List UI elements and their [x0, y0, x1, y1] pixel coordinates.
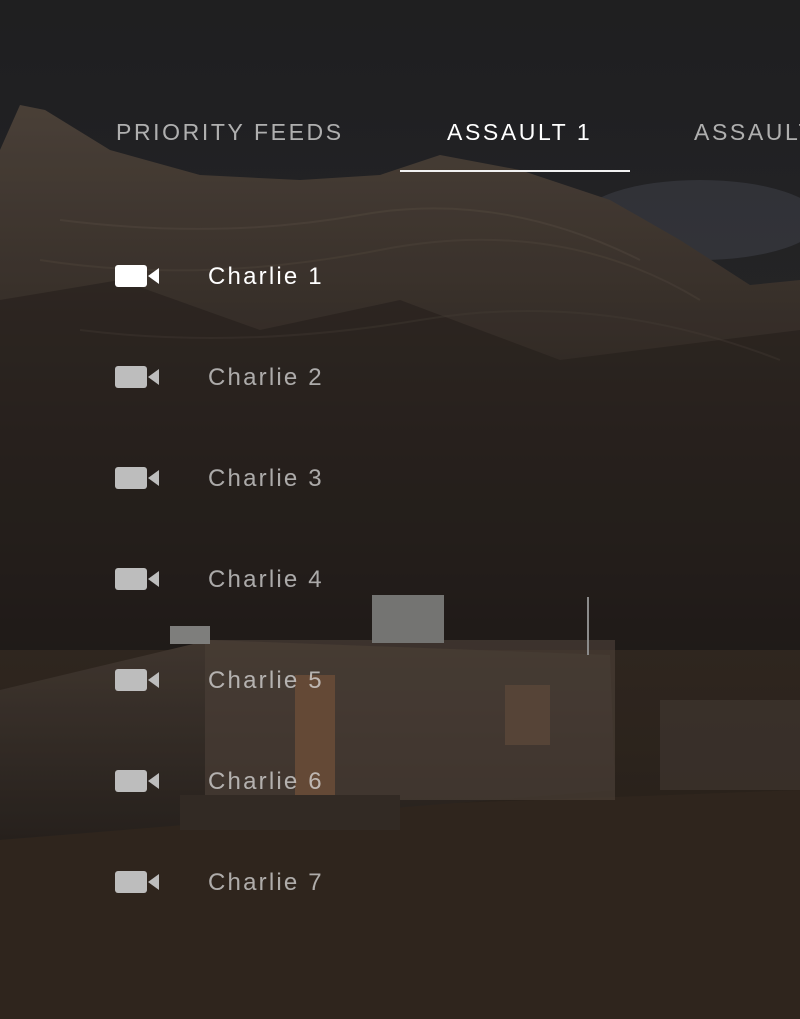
feed-item-charlie-2[interactable]: Charlie 2	[112, 327, 532, 427]
tab-priority-feeds[interactable]: PRIORITY FEEDS	[116, 96, 344, 170]
feed-label: Charlie 3	[208, 465, 324, 492]
feed-label: Charlie 4	[208, 566, 324, 593]
feed-label: Charlie 2	[208, 364, 324, 391]
tab-assault-2[interactable]: ASSAULT 2	[694, 96, 800, 170]
video-camera-icon	[115, 265, 159, 287]
video-camera-icon	[115, 669, 159, 691]
feed-item-charlie-5[interactable]: Charlie 5	[112, 630, 532, 730]
feed-label: Charlie 5	[208, 667, 324, 694]
feed-label: Charlie 7	[208, 869, 324, 896]
video-camera-icon	[115, 770, 159, 792]
video-camera-icon	[115, 568, 159, 590]
feed-item-charlie-7[interactable]: Charlie 7	[112, 832, 532, 932]
feed-item-charlie-1[interactable]: Charlie 1	[112, 226, 532, 326]
active-tab-indicator	[400, 170, 630, 172]
video-camera-icon	[115, 871, 159, 893]
feed-item-charlie-3[interactable]: Charlie 3	[112, 428, 532, 528]
video-camera-icon	[115, 366, 159, 388]
tab-bar: PRIORITY FEEDS ASSAULT 1 ASSAULT 2	[0, 96, 800, 172]
tab-assault-1[interactable]: ASSAULT 1	[447, 96, 592, 170]
feed-label: Charlie 6	[208, 768, 324, 795]
feed-item-charlie-4[interactable]: Charlie 4	[112, 529, 532, 629]
feed-item-charlie-6[interactable]: Charlie 6	[112, 731, 532, 831]
video-camera-icon	[115, 467, 159, 489]
feed-label: Charlie 1	[208, 263, 324, 290]
